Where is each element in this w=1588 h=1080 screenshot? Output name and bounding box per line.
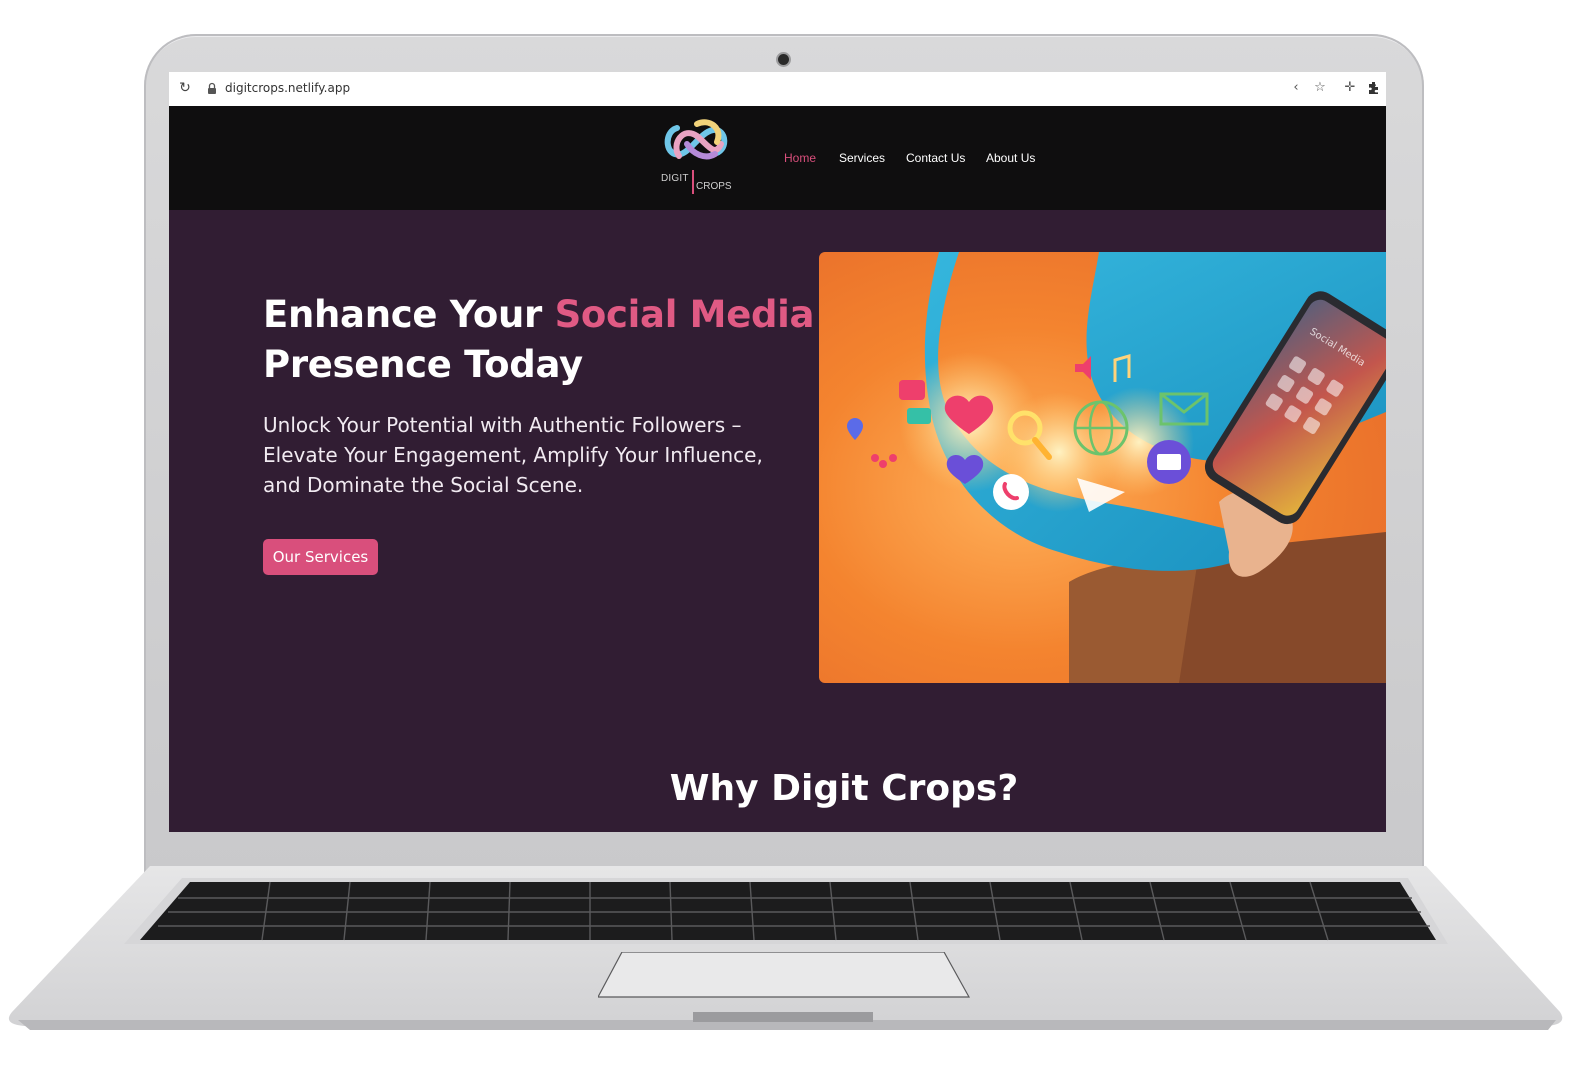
logo-divider [692,170,694,194]
address-bar[interactable]: digitcrops.netlify.app [225,81,350,95]
hero-title-part1: Enhance Your [263,293,555,336]
move-icon[interactable]: ✛ [1342,80,1358,96]
why-digit-crops-heading: Why Digit Crops? [669,768,1019,809]
browser-toolbar: ↻ digitcrops.netlify.app ‹ ☆ ✛ [169,72,1386,107]
laptop-screen: ↻ digitcrops.netlify.app ‹ ☆ ✛ DIGIT CRO… [169,72,1386,832]
nav-link-services[interactable]: Services [839,151,885,165]
our-services-button[interactable]: Our Services [263,539,378,575]
hero-title: Enhance Your Social Media Presence Today [263,290,823,390]
nav-link-home[interactable]: Home [784,151,816,165]
logo-word-crops: CROPS [696,181,732,192]
hero-title-part2: Presence Today [263,343,583,386]
share-icon[interactable]: ‹ [1288,80,1304,96]
site-navbar: DIGIT CROPS Home Services Contact Us Abo… [169,106,1386,210]
hero-subtitle: Unlock Your Potential with Authentic Fol… [263,413,763,497]
logo-word-digit: DIGIT [661,173,689,184]
laptop-base [0,862,1588,1032]
nav-link-contact-us[interactable]: Contact Us [906,151,965,165]
trackpad [598,952,970,998]
webcam-icon [778,54,789,65]
reload-icon[interactable]: ↻ [177,80,193,96]
nav-link-about-us[interactable]: About Us [986,151,1035,165]
extensions-icon[interactable] [1367,81,1381,95]
star-icon[interactable]: ☆ [1312,80,1328,96]
hero-image: Social Media [819,252,1386,683]
lock-icon [208,82,216,94]
hero-title-accent: Social Media [554,293,815,336]
